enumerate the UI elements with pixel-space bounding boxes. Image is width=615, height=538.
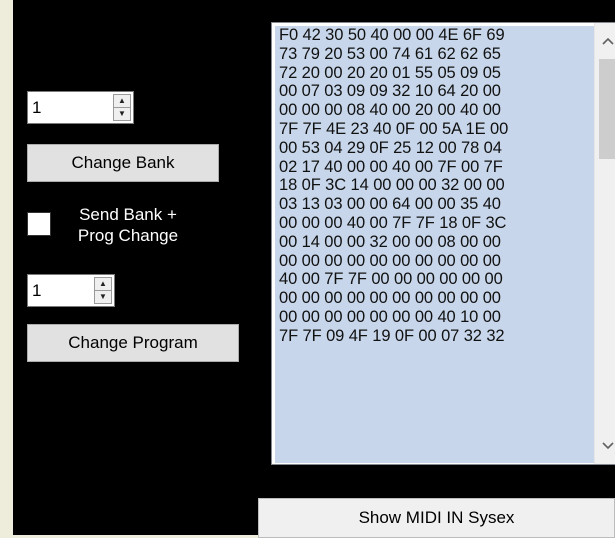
send-bank-prog-change-checkbox[interactable] <box>27 212 51 236</box>
sysex-hex-line: 40 00 7F 7F 00 00 00 00 00 00 <box>279 270 503 289</box>
sysex-hex-line: 72 20 00 20 20 01 55 05 09 05 <box>279 63 501 82</box>
bank-spinner-up-icon[interactable]: ▲ <box>114 95 130 107</box>
sysex-hex-line: F0 42 30 50 40 00 00 4E 6F 69 <box>279 26 505 44</box>
program-spinner-buttons: ▲ ▼ <box>94 277 112 304</box>
bank-number-spinner[interactable]: 1 ▲ ▼ <box>27 91 134 124</box>
sysex-hex-line: 00 00 00 00 00 00 00 40 10 00 <box>279 307 501 326</box>
sysex-hex-line: 7F 7F 4E 23 40 0F 00 5A 1E 00 <box>279 119 509 138</box>
bank-number-value[interactable]: 1 <box>32 98 41 118</box>
sysex-scrollbar[interactable] <box>594 23 615 464</box>
change-program-button[interactable]: Change Program <box>27 324 239 362</box>
sysex-hex-line: 00 00 00 40 00 7F 7F 18 0F 3C <box>279 213 507 232</box>
sysex-hex-line: 00 00 00 00 00 00 00 00 00 00 <box>279 289 501 308</box>
sysex-hex-line: 00 00 00 00 00 00 00 00 00 00 <box>279 251 501 270</box>
send-bank-label-line1: Send Bank + <box>79 205 177 224</box>
bank-spinner-down-icon[interactable]: ▼ <box>114 107 130 120</box>
scroll-up-arrow-icon <box>601 37 614 45</box>
scroll-down-arrow-icon <box>601 442 614 450</box>
scroll-down-icon[interactable] <box>595 434 615 458</box>
program-spinner-down-icon[interactable]: ▼ <box>95 290 111 303</box>
scroll-thumb[interactable] <box>599 59 615 159</box>
change-bank-button[interactable]: Change Bank <box>27 144 219 182</box>
sysex-hex-line: 7F 7F 09 4F 19 0F 00 07 32 32 <box>279 326 505 345</box>
sysex-hex-line: 02 17 40 00 00 40 00 7F 00 7F <box>279 157 503 176</box>
program-spinner-up-icon[interactable]: ▲ <box>95 278 111 290</box>
sysex-hex-listbox[interactable]: F0 42 30 50 40 00 00 4E 6F 69 73 79 20 5… <box>271 22 615 465</box>
sysex-hex-line: 73 79 20 53 00 74 61 62 62 65 <box>279 44 501 63</box>
sysex-hex-line: 00 53 04 29 0F 25 12 00 78 04 <box>279 138 502 157</box>
scroll-up-icon[interactable] <box>595 29 615 53</box>
sysex-hex-line: 00 00 00 08 40 00 20 00 40 00 <box>279 101 501 120</box>
show-midi-in-sysex-button[interactable]: Show MIDI IN Sysex <box>258 498 615 538</box>
program-number-value[interactable]: 1 <box>32 281 41 301</box>
send-bank-label-line2: Prog Change <box>77 226 179 245</box>
sysex-hex-line: 03 13 03 00 00 64 00 00 35 40 <box>279 195 501 214</box>
midi-control-panel: 1 ▲ ▼ Change Bank Send Bank + Prog Chang… <box>13 0 615 538</box>
sysex-hex-line: 00 07 03 09 09 32 10 64 20 00 <box>279 82 501 101</box>
program-number-spinner[interactable]: 1 ▲ ▼ <box>27 274 115 307</box>
sysex-hex-selection[interactable]: F0 42 30 50 40 00 00 4E 6F 69 73 79 20 5… <box>275 26 594 463</box>
bank-spinner-buttons: ▲ ▼ <box>113 94 131 121</box>
sysex-hex-line: 00 14 00 00 32 00 00 08 00 00 <box>279 232 501 251</box>
send-bank-prog-change-label: Send Bank + Prog Change <box>63 204 193 246</box>
sysex-hex-line: 18 0F 3C 14 00 00 00 32 00 00 <box>279 176 505 195</box>
